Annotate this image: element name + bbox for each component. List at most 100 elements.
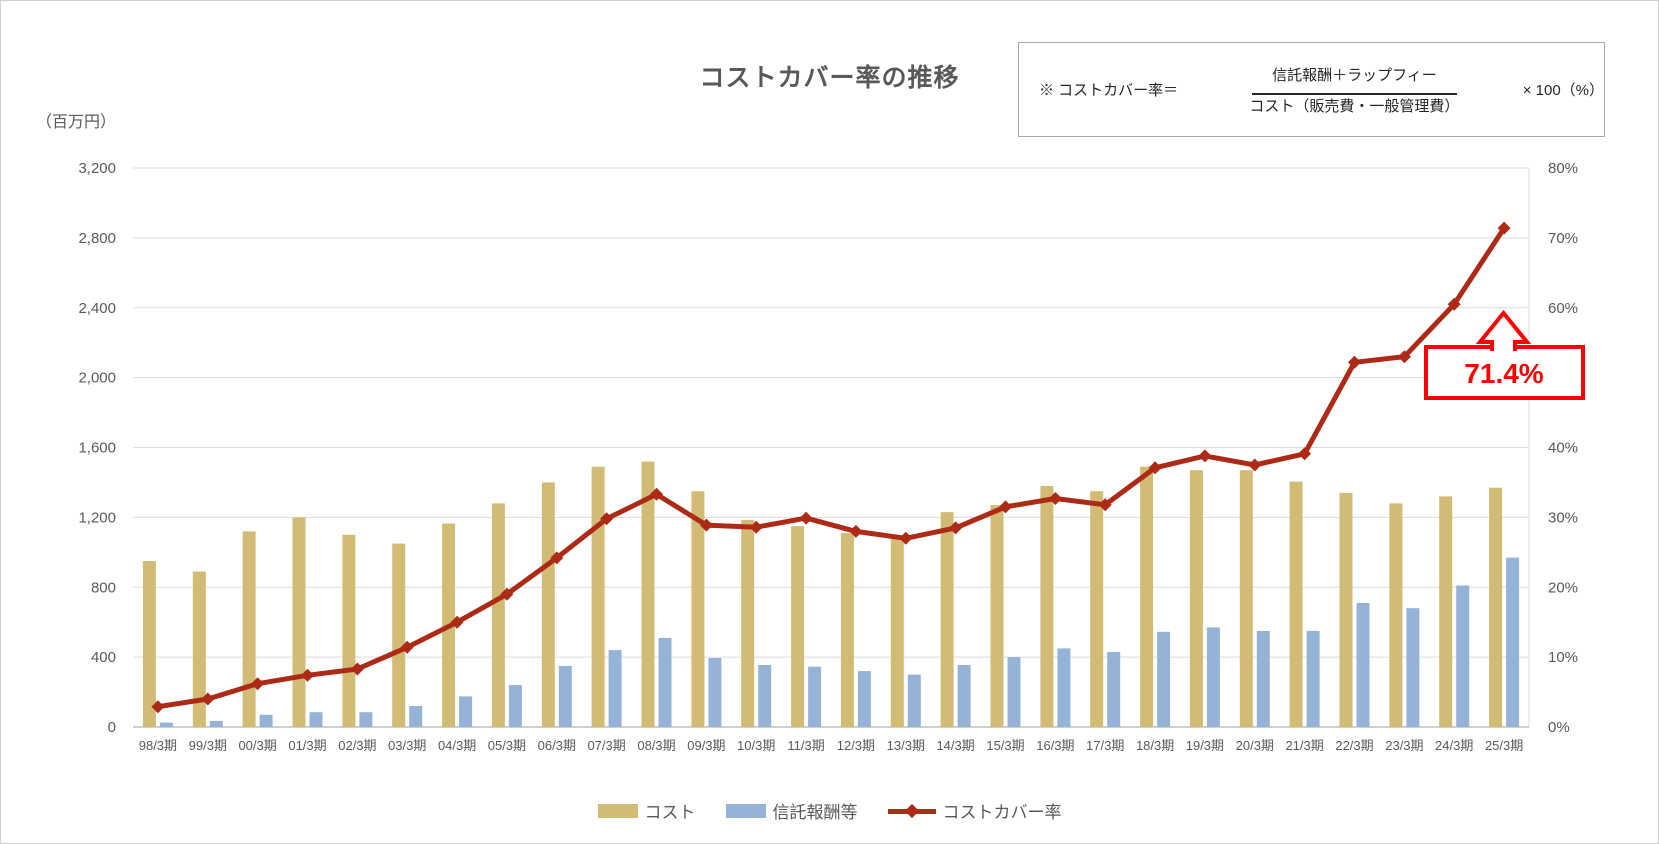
cost-bar	[1290, 482, 1303, 727]
right-axis-tick-label: 70%	[1548, 230, 1578, 247]
x-axis-tick-label: 25/3期	[1485, 738, 1523, 753]
callout-value: 71.4%	[1464, 358, 1543, 389]
fee-bar	[758, 665, 771, 727]
chart-legend: コスト 信託報酬等 コストカバー率	[0, 798, 1659, 823]
left-axis-tick-label: 1,200	[78, 509, 116, 526]
fee-bar	[858, 671, 871, 727]
x-axis-tick-label: 99/3期	[189, 738, 227, 753]
fee-bar	[310, 712, 323, 727]
cost-bar	[1489, 488, 1502, 727]
x-axis-tick-label: 19/3期	[1186, 738, 1224, 753]
legend-label-cost: コスト	[645, 798, 696, 823]
fee-bar	[1456, 586, 1469, 728]
x-axis-tick-label: 98/3期	[139, 738, 177, 753]
fee-bar	[359, 712, 372, 727]
left-axis-tick-label: 2,800	[78, 230, 116, 247]
fee-bar	[1107, 652, 1120, 727]
x-axis-tick-label: 23/3期	[1385, 738, 1423, 753]
fee-bar	[459, 696, 472, 727]
cost-bar	[293, 517, 306, 727]
cost-series-swatch	[598, 804, 638, 818]
x-axis-tick-label: 04/3期	[438, 738, 476, 753]
x-axis-tick-label: 15/3期	[986, 738, 1024, 753]
fee-bar	[1057, 648, 1070, 727]
cost-bar	[741, 520, 754, 727]
fee-bar	[659, 638, 672, 727]
x-axis-tick-label: 21/3期	[1285, 738, 1323, 753]
cost-bar	[1240, 470, 1253, 727]
fee-bar	[409, 706, 422, 727]
fee-bar	[708, 658, 721, 727]
cost-bar	[1389, 503, 1402, 727]
x-axis-tick-label: 03/3期	[388, 738, 426, 753]
x-axis-tick-label: 08/3期	[637, 738, 675, 753]
x-axis-tick-label: 09/3期	[687, 738, 725, 753]
rate-series-swatch	[888, 804, 936, 818]
left-axis-tick-label: 3,200	[78, 160, 116, 177]
x-axis-tick-label: 20/3期	[1236, 738, 1274, 753]
x-axis-tick-label: 00/3期	[238, 738, 276, 753]
x-axis-tick-label: 07/3期	[587, 738, 625, 753]
fee-bar	[1506, 558, 1519, 727]
x-axis-tick-label: 24/3期	[1435, 738, 1473, 753]
rate-marker	[1248, 459, 1261, 472]
chart-page: コストカバー率の推移 （百万円） ※ コストカバー率＝ 信託報酬＋ラップフィー …	[0, 0, 1659, 844]
cost-bar	[542, 482, 555, 727]
fee-bar	[908, 675, 921, 727]
fee-bar	[210, 721, 223, 727]
cost-bar	[193, 572, 206, 728]
fee-bar	[1307, 631, 1320, 727]
cost-bar	[143, 561, 156, 727]
left-axis-tick-label: 1,600	[78, 440, 116, 457]
cost-bar	[1140, 467, 1153, 727]
cost-bar	[592, 467, 605, 727]
fee-bar	[559, 666, 572, 727]
rate-marker	[800, 512, 813, 525]
x-axis-tick-label: 06/3期	[538, 738, 576, 753]
fee-bar	[1357, 603, 1370, 727]
fee-bar	[1157, 632, 1170, 727]
x-axis-tick-label: 12/3期	[837, 738, 875, 753]
cost-bar	[1340, 493, 1353, 727]
fee-bar	[1207, 627, 1220, 727]
cost-bar	[1040, 486, 1053, 727]
right-axis-tick-label: 40%	[1548, 440, 1578, 457]
x-axis-tick-label: 02/3期	[338, 738, 376, 753]
fee-series-swatch	[726, 804, 766, 818]
cost-bar	[492, 503, 505, 727]
cost-bar	[991, 505, 1004, 727]
x-axis-tick-label: 11/3期	[787, 738, 824, 753]
cost-bar	[841, 533, 854, 727]
x-axis-tick-label: 05/3期	[488, 738, 526, 753]
legend-label-fee: 信託報酬等	[773, 798, 858, 823]
rate-marker	[1198, 449, 1211, 462]
fee-bar	[260, 715, 273, 727]
right-axis-tick-label: 80%	[1548, 160, 1578, 177]
fee-bar	[160, 723, 173, 727]
right-axis-tick-label: 0%	[1548, 719, 1570, 736]
x-axis-tick-label: 13/3期	[887, 738, 925, 753]
fee-bar	[609, 650, 622, 727]
cost-bar	[392, 544, 405, 727]
right-axis-tick-label: 10%	[1548, 649, 1578, 666]
x-axis-tick-label: 17/3期	[1086, 738, 1124, 753]
cost-bar	[243, 531, 256, 727]
x-axis-tick-label: 22/3期	[1335, 738, 1373, 753]
cost-bar	[342, 535, 355, 727]
left-axis-tick-label: 800	[91, 579, 116, 596]
legend-item-cost: コスト	[598, 798, 696, 823]
right-axis-tick-label: 30%	[1548, 509, 1578, 526]
left-axis-tick-label: 2,400	[78, 300, 116, 317]
x-axis-tick-label: 01/3期	[288, 738, 326, 753]
cost-bar	[791, 526, 804, 727]
legend-item-fee: 信託報酬等	[726, 798, 858, 823]
fee-bar	[1008, 657, 1021, 727]
cost-bar	[1090, 491, 1103, 727]
legend-label-rate: コストカバー率	[943, 798, 1062, 823]
fee-bar	[1406, 608, 1419, 727]
fee-bar	[509, 685, 522, 727]
fee-bar	[808, 667, 821, 727]
combo-chart-canvas: 04008001,2001,6002,0002,4002,8003,2000%1…	[0, 0, 1659, 844]
left-axis-tick-label: 400	[91, 649, 116, 666]
right-axis-tick-label: 60%	[1548, 300, 1578, 317]
